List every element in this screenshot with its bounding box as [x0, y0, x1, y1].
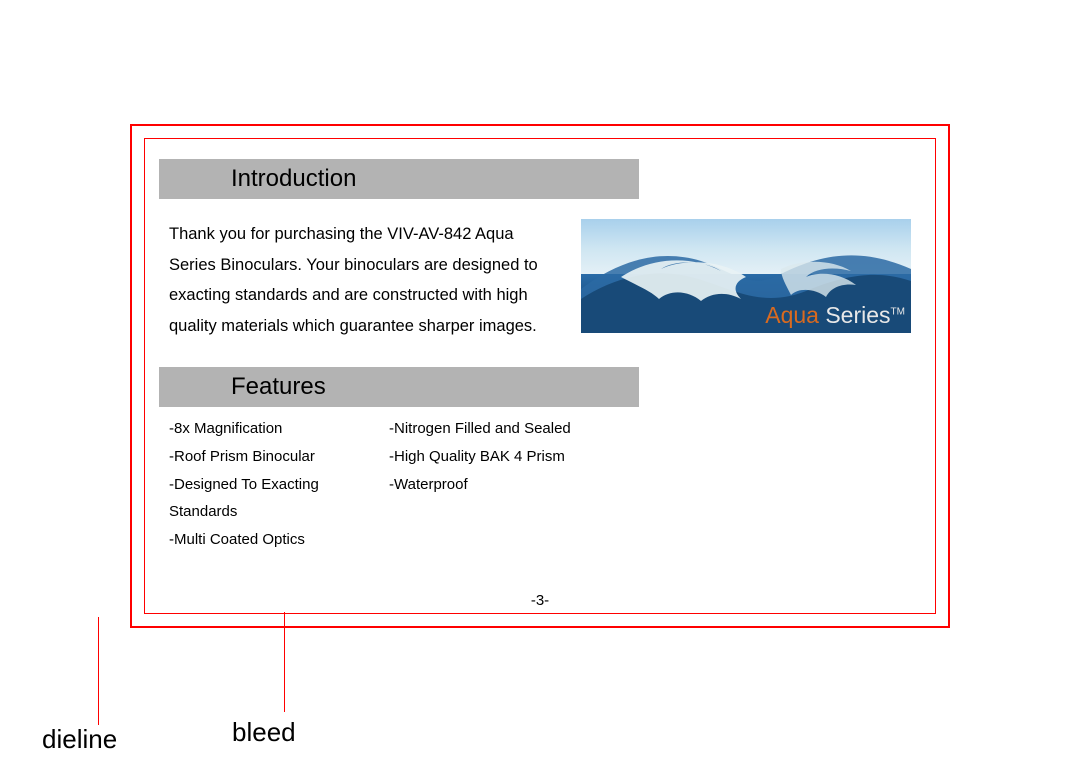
bleed-border: Introduction Thank you for purchasing th… — [130, 124, 950, 628]
page-content: Introduction Thank you for purchasing th… — [159, 153, 921, 599]
features-lists: -8x Magnification -Roof Prism Binocular … — [159, 407, 921, 554]
introduction-heading: Introduction — [159, 159, 639, 199]
features-section: Features -8x Magnification -Roof Prism B… — [159, 367, 921, 554]
feature-item: -Waterproof — [389, 471, 609, 499]
bleed-callout-label: bleed — [232, 717, 296, 748]
introduction-row: Thank you for purchasing the VIV-AV-842 … — [159, 199, 921, 361]
brand-series: Series — [825, 302, 890, 328]
introduction-body: Thank you for purchasing the VIV-AV-842 … — [169, 219, 563, 341]
brand-tm: TM — [891, 306, 905, 317]
features-column-2: -Nitrogen Filled and Sealed -High Qualit… — [389, 415, 609, 554]
aqua-series-image: Aqua SeriesTM — [581, 219, 911, 333]
dieline-leader-line — [98, 617, 99, 725]
feature-item: -8x Magnification — [169, 415, 389, 443]
feature-item: -Roof Prism Binocular — [169, 443, 389, 471]
feature-item: -Multi Coated Optics — [169, 526, 389, 554]
page-number: -3- — [159, 592, 921, 609]
features-column-1: -8x Magnification -Roof Prism Binocular … — [169, 415, 389, 554]
dieline-border: Introduction Thank you for purchasing th… — [144, 138, 936, 614]
dieline-callout-label: dieline — [42, 724, 117, 755]
aqua-series-label: Aqua SeriesTM — [765, 302, 905, 329]
feature-item: -High Quality BAK 4 Prism — [389, 443, 609, 471]
bleed-leader-line — [284, 612, 285, 712]
feature-item: -Designed To Exacting Standards — [169, 471, 389, 527]
features-heading: Features — [159, 367, 639, 407]
brand-aqua: Aqua — [765, 302, 825, 328]
feature-item: -Nitrogen Filled and Sealed — [389, 415, 609, 443]
